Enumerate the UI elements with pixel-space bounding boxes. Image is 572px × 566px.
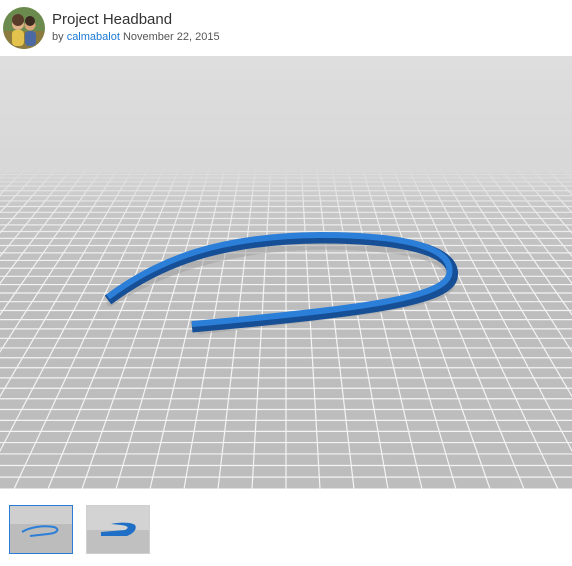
by-label: by xyxy=(52,31,64,43)
model-viewer[interactable] xyxy=(0,56,572,489)
thing-header: Project Headband by calmabalot November … xyxy=(0,0,572,57)
byline: by calmabalot November 22, 2015 xyxy=(52,31,220,43)
avatar-image xyxy=(3,7,45,49)
thing-title: Project Headband xyxy=(52,11,173,28)
thumbnail-1[interactable] xyxy=(9,505,73,554)
author-avatar[interactable] xyxy=(3,7,45,49)
thumbnail-1-image xyxy=(10,506,72,553)
model-render xyxy=(0,56,572,489)
author-link[interactable]: calmabalot xyxy=(67,31,120,43)
thumbnail-2-image xyxy=(87,506,149,553)
thumbnail-2[interactable] xyxy=(86,505,150,554)
thumbnail-strip xyxy=(0,489,572,566)
publish-date: November 22, 2015 xyxy=(122,31,220,43)
